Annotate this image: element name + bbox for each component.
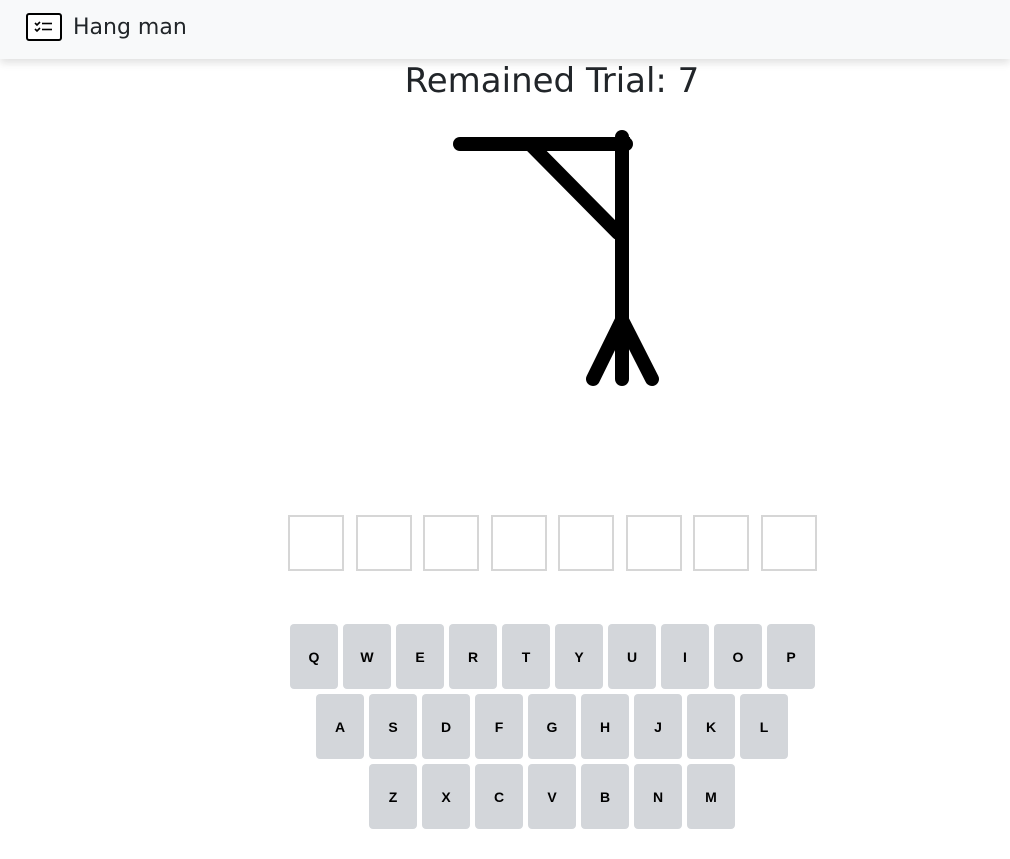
key-z[interactable]: Z	[369, 764, 417, 829]
brand-link[interactable]: Hang man	[26, 13, 187, 41]
checklist-card-icon	[26, 13, 62, 41]
key-q[interactable]: Q	[290, 624, 338, 689]
word-letter-slot	[625, 515, 682, 571]
key-i[interactable]: I	[661, 624, 709, 689]
word-letter-slot	[558, 515, 614, 571]
keyboard-row: ZXCVBNM	[369, 764, 740, 829]
navbar: Hang man	[0, 0, 1010, 59]
key-b[interactable]: B	[581, 764, 629, 829]
key-m[interactable]: M	[687, 764, 735, 829]
key-u[interactable]: U	[608, 624, 656, 689]
key-s[interactable]: S	[369, 694, 417, 759]
key-h[interactable]: H	[581, 694, 629, 759]
word-letter-slot	[760, 515, 817, 571]
key-l[interactable]: L	[740, 694, 788, 759]
key-o[interactable]: O	[714, 624, 762, 689]
key-d[interactable]: D	[422, 694, 470, 759]
key-g[interactable]: G	[528, 694, 576, 759]
word-slots	[288, 515, 828, 571]
word-letter-slot	[490, 515, 547, 571]
key-p[interactable]: P	[767, 624, 815, 689]
key-f[interactable]: F	[475, 694, 523, 759]
remaining-trials-label: Remained Trial: 7	[404, 61, 700, 101]
key-n[interactable]: N	[634, 764, 682, 829]
key-a[interactable]: A	[316, 694, 364, 759]
word-letter-slot	[355, 515, 412, 571]
key-y[interactable]: Y	[555, 624, 603, 689]
key-k[interactable]: K	[687, 694, 735, 759]
key-w[interactable]: W	[343, 624, 391, 689]
word-letter-slot	[288, 515, 344, 571]
brand-title: Hang man	[73, 14, 187, 40]
keyboard-row: ASDFGHJKL	[316, 694, 793, 759]
key-j[interactable]: J	[634, 694, 682, 759]
key-c[interactable]: C	[475, 764, 523, 829]
key-e[interactable]: E	[396, 624, 444, 689]
word-letter-slot	[423, 515, 479, 571]
key-t[interactable]: T	[502, 624, 550, 689]
key-x[interactable]: X	[422, 764, 470, 829]
key-r[interactable]: R	[449, 624, 497, 689]
key-v[interactable]: V	[528, 764, 576, 829]
keyboard-row: QWERTYUIOP	[290, 624, 820, 689]
word-letter-slot	[693, 515, 749, 571]
hangman-gallows-drawing	[453, 130, 659, 386]
